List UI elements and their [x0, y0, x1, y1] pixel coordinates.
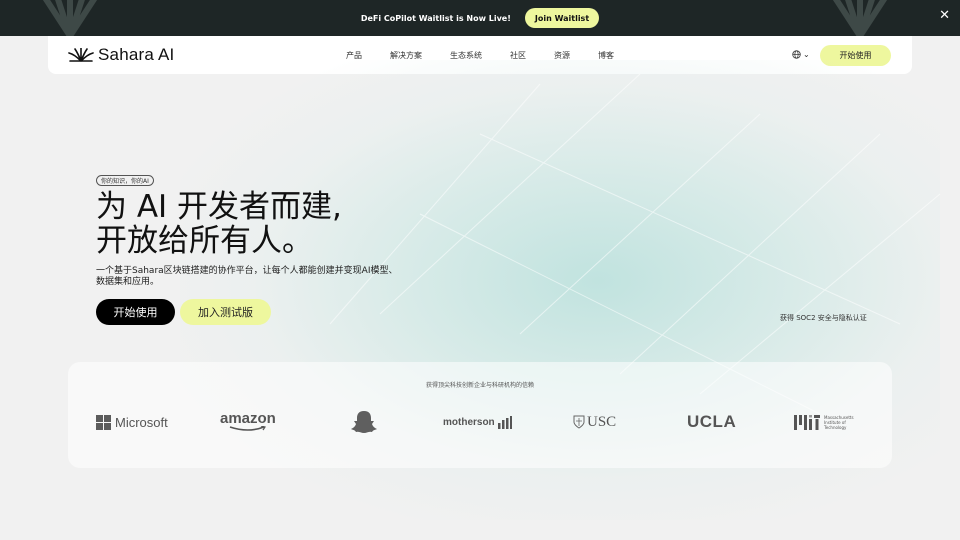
leaf-decoration-icon — [42, 0, 98, 36]
chevron-down-icon: ⌄ — [803, 49, 810, 59]
amazon-logo-text: amazon — [220, 410, 276, 427]
language-selector[interactable]: ⌄ — [792, 50, 810, 59]
amazon-logo: amazon — [220, 408, 276, 436]
hero-subtext: 一个基于Sahara区块链搭建的协作平台，让每个人都能创建并变现AI模型、 数据… — [96, 266, 436, 288]
motherson-bars-icon — [497, 415, 512, 429]
mit-logo-text: Massachusetts Institute of Technology — [824, 415, 854, 430]
mit-logo: Massachusetts Institute of Technology — [794, 408, 854, 436]
ucla-logo-text: UCLA — [687, 412, 737, 431]
microsoft-squares-icon — [96, 414, 111, 430]
usc-logo-text: USC — [587, 413, 617, 430]
ucla-logo: UCLA — [687, 408, 736, 436]
hero-headline-line2: 开放给所有人。 — [96, 223, 313, 259]
amazon-smile-icon — [229, 426, 266, 431]
snapchat-ghost-icon — [351, 411, 377, 433]
motherson-logo-text: motherson — [443, 416, 495, 428]
hero-headline-line1: 为 AI 开发者而建, — [96, 189, 342, 225]
partners-caption: 获得顶尖科技创新企业与科研机构的信赖 — [425, 382, 534, 389]
announcement-bar: DeFi CoPilot Waitlist is Now Live! Join … — [0, 0, 960, 36]
hero-subtext-line1: 一个基于Sahara区块链搭建的协作平台，让每个人都能创建并变现AI模型、 — [96, 266, 398, 276]
microsoft-logo-text: Microsoft — [115, 414, 168, 430]
soc2-certification: 获得 SOC2 安全与隐私认证 — [780, 314, 867, 322]
microsoft-logo: Microsoft — [96, 408, 168, 436]
join-waitlist-button[interactable]: Join Waitlist — [524, 8, 600, 28]
logo-text: Sahara AI — [98, 45, 175, 64]
partners-section: 获得顶尖科技创新企业与科研机构的信赖 Microsoft amazon moth… — [68, 362, 892, 468]
hero-subtext-line2: 数据集和应用。 — [96, 277, 160, 287]
mit-line3: Technology — [824, 424, 847, 430]
sahara-leaf-icon — [68, 48, 94, 62]
hero-headline: 为 AI 开发者而建, 开放给所有人。 — [96, 190, 342, 258]
usc-shield-icon — [573, 415, 585, 429]
announcement-text: DeFi CoPilot Waitlist is Now Live! — [360, 13, 511, 23]
snapchat-logo — [350, 408, 378, 436]
leaf-decoration-icon — [832, 0, 888, 36]
mit-bars-icon — [794, 414, 820, 430]
motherson-logo: motherson — [443, 408, 512, 436]
close-icon[interactable]: ✕ — [939, 8, 950, 24]
hero-tag: 你的知识，你的AI — [96, 175, 154, 186]
mit-line1: Massachusetts — [824, 414, 854, 420]
sahara-logo[interactable]: Sahara AI — [68, 45, 174, 65]
join-beta-button[interactable]: 加入测试版 — [180, 299, 271, 325]
get-started-button[interactable]: 开始使用 — [96, 299, 175, 325]
usc-logo: USC — [573, 408, 616, 436]
globe-icon — [792, 50, 801, 59]
